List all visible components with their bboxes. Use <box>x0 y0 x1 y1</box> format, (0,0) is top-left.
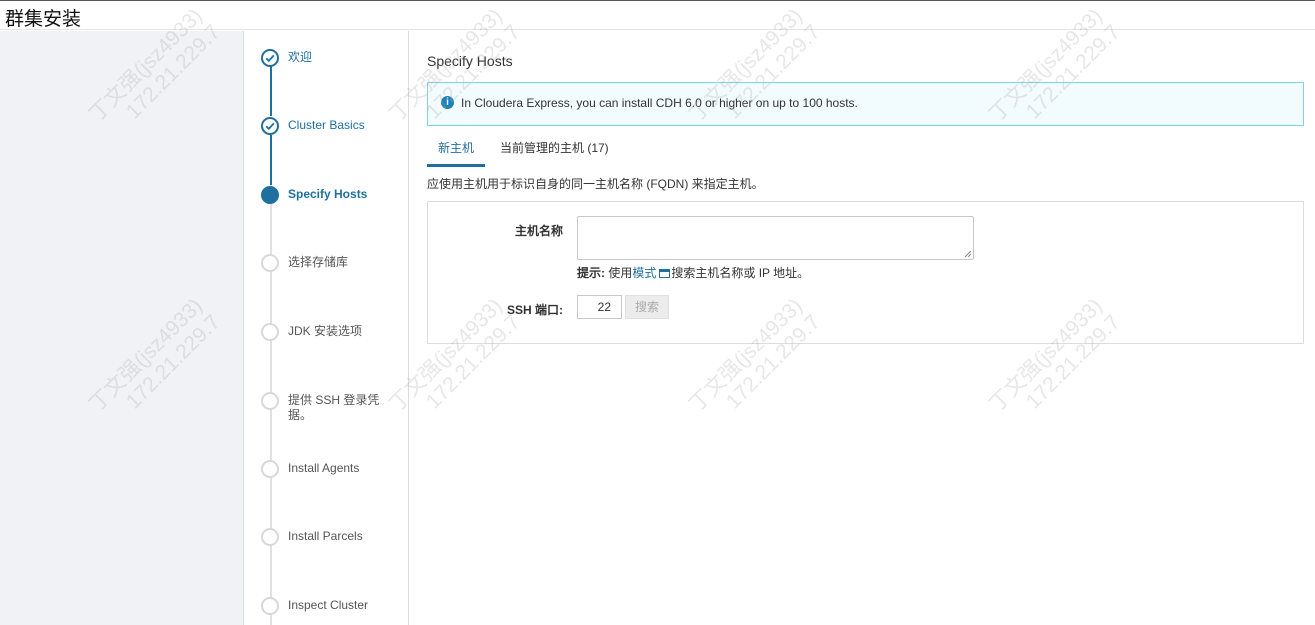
step-connector <box>270 135 272 185</box>
alert-text: In Cloudera Express, you can install CDH… <box>461 96 858 110</box>
tab-managed-hosts[interactable]: 当前管理的主机 (17) <box>500 135 609 167</box>
empty-circle-icon <box>261 392 279 410</box>
tab-label: 新主机 <box>438 141 475 155</box>
step-label: JDK 安装选项 <box>288 324 363 338</box>
empty-circle-icon <box>261 254 279 272</box>
step-label: Specify Hosts <box>288 187 368 201</box>
check-circle-icon <box>261 49 279 67</box>
step-label: 提供 SSH 登录凭据。 <box>288 393 380 422</box>
pattern-link[interactable]: 模式 <box>632 266 656 280</box>
hostname-label: 主机名称 <box>514 224 563 238</box>
info-alert: i In Cloudera Express, you can install C… <box>427 82 1304 126</box>
host-tabs: 新主机 当前管理的主机 (17) <box>427 135 1304 167</box>
empty-circle-icon <box>261 323 279 341</box>
hostnames-textarea[interactable] <box>577 216 974 260</box>
step-label: Install Agents <box>288 461 360 475</box>
hostname-hint: 提示: 使用模式 搜索主机名称或 IP 地址。 <box>577 264 809 281</box>
ssh-port-label: SSH 端口: <box>506 303 563 317</box>
empty-circle-icon <box>261 528 279 546</box>
host-search-form: 主机名称 提示: 使用模式 搜索主机名称或 IP 地址。 SSH 端口: 22 搜… <box>427 201 1304 344</box>
main-content: Specify Hosts i In Cloudera Express, you… <box>410 31 1315 625</box>
hint-use: 使用 <box>605 266 633 280</box>
check-circle-icon <box>261 117 279 135</box>
step-connector <box>270 66 272 116</box>
hint-suffix: 搜索主机名称或 IP 地址。 <box>671 266 810 280</box>
current-step-icon <box>261 186 279 204</box>
tab-new-hosts[interactable]: 新主机 <box>427 135 486 167</box>
window-icon[interactable] <box>659 269 671 278</box>
hint-prefix: 提示: <box>577 266 605 280</box>
step-label: 选择存储库 <box>288 255 349 269</box>
search-button[interactable]: 搜索 <box>625 295 669 319</box>
wizard-steps: 欢迎 Cluster Basics Specify Hosts 选择存储库 JD… <box>244 31 409 625</box>
step-label: 欢迎 <box>288 50 313 64</box>
ssh-port-input[interactable]: 22 <box>577 295 622 319</box>
step-label: Inspect Cluster <box>288 598 369 612</box>
step-label: Cluster Basics <box>288 118 365 132</box>
window-titlebar: 群集安装 <box>0 0 1315 30</box>
instructions-text: 应使用主机用于标识自身的同一主机名称 (FQDN) 来指定主机。 <box>427 177 764 191</box>
left-panel <box>0 31 244 625</box>
window-title: 群集安装 <box>5 8 82 30</box>
tab-label: 当前管理的主机 (17) <box>500 141 609 155</box>
info-icon: i <box>441 96 454 109</box>
empty-circle-icon <box>261 460 279 478</box>
step-label: Install Parcels <box>288 529 363 543</box>
page-title: Specify Hosts <box>427 53 513 69</box>
resize-grip-icon[interactable] <box>964 250 971 257</box>
empty-circle-icon <box>261 597 279 615</box>
